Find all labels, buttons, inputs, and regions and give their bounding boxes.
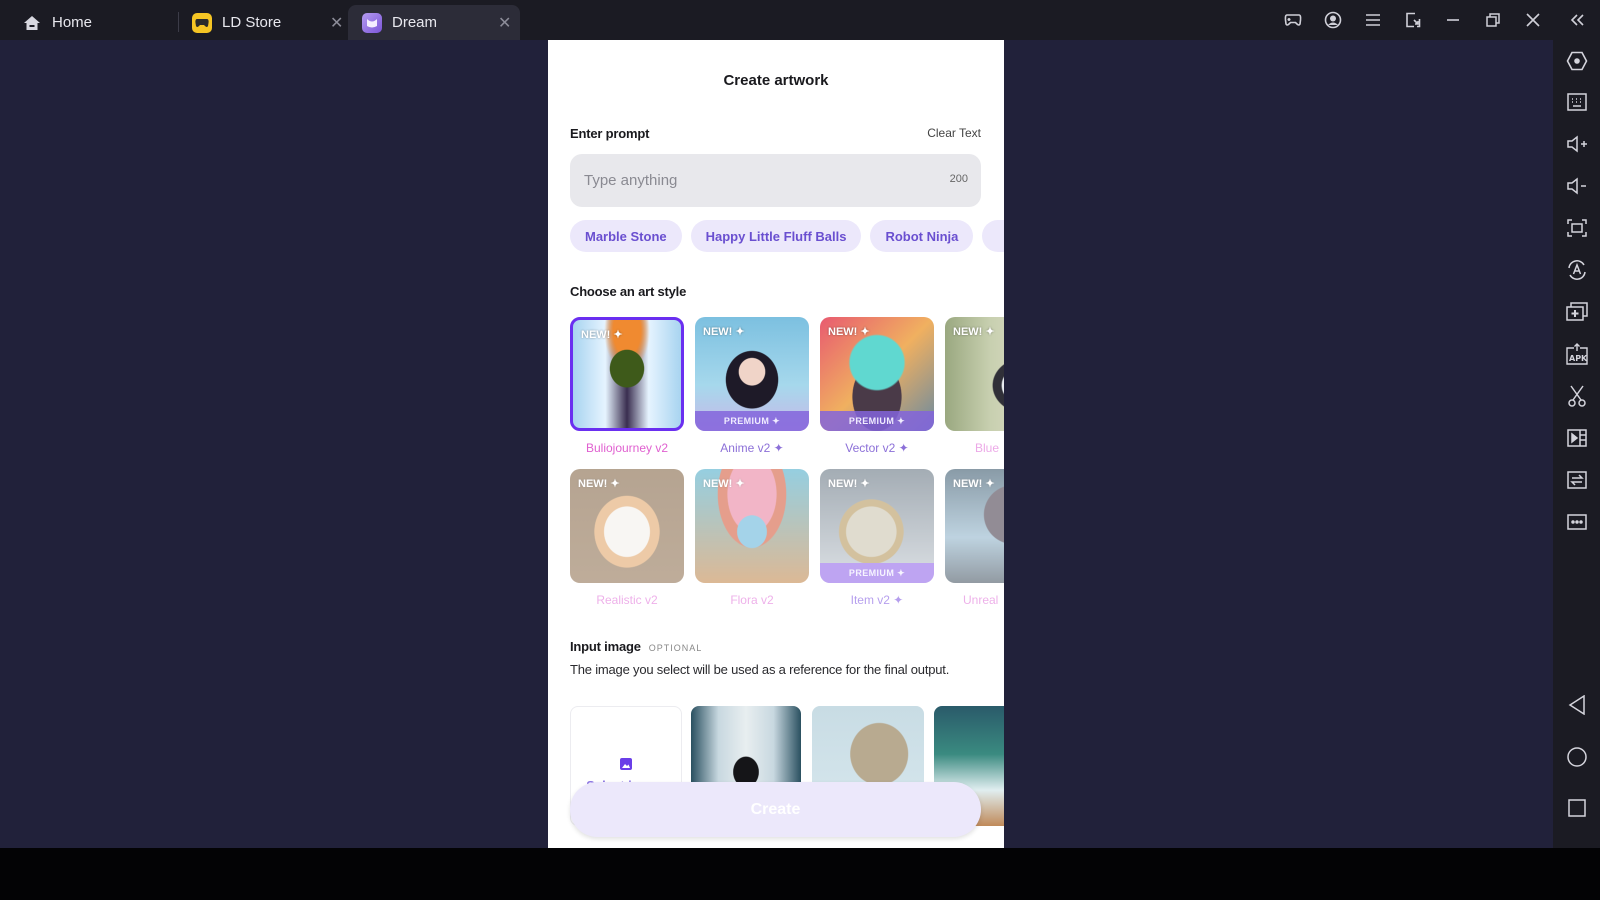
apk-install-icon[interactable]: APK <box>1553 336 1600 372</box>
style-thumbnail: NEW! ✦ PREMIUM ✦ <box>695 317 809 431</box>
new-badge: NEW! ✦ <box>703 326 745 338</box>
style-card-realistic[interactable]: NEW! ✦ Realistic v2 <box>570 469 684 607</box>
app-screen: Create artwork Enter prompt Clear Text 2… <box>548 40 1004 848</box>
style-card-blue[interactable]: NEW! ✦ Blue <box>945 317 1004 455</box>
suggestion-chip[interactable]: Robot Ninja <box>870 220 974 252</box>
new-badge: NEW! ✦ <box>953 478 995 490</box>
style-name: Flora v2 <box>730 593 774 607</box>
style-thumbnail: NEW! ✦ PREMIUM ✦ <box>820 317 934 431</box>
volume-down-icon[interactable] <box>1553 168 1600 204</box>
collapse-sidebar-icon[interactable] <box>1553 0 1600 40</box>
multi-instance-icon[interactable] <box>1553 294 1600 330</box>
gamepad-icon[interactable] <box>1273 0 1313 40</box>
more-icon[interactable] <box>1553 504 1600 540</box>
style-thumbnail: NEW! ✦ <box>945 317 1004 431</box>
suggestion-chip[interactable]: Marble Stone <box>570 220 682 252</box>
style-card-flora[interactable]: NEW! ✦ Flora v2 <box>695 469 809 607</box>
image-icon <box>620 757 632 775</box>
close-tab-icon[interactable]: ✕ <box>498 5 511 40</box>
auto-rotate-icon[interactable] <box>1553 252 1600 288</box>
style-thumbnail: NEW! ✦ PREMIUM ✦ <box>820 469 934 583</box>
home-circle-icon[interactable] <box>1553 739 1600 775</box>
tab-divider <box>178 12 179 32</box>
svg-text:APK: APK <box>1569 354 1588 363</box>
style-name: Unreal <box>963 593 999 607</box>
back-icon[interactable] <box>1553 687 1600 723</box>
tab-ld-store[interactable]: LD Store ✕ <box>192 5 347 40</box>
close-tab-icon[interactable]: ✕ <box>330 5 343 40</box>
home-icon <box>22 13 42 33</box>
style-name: Blue <box>975 441 1000 455</box>
prompt-label: Enter prompt <box>570 126 650 141</box>
premium-badge: PREMIUM ✦ <box>820 563 934 583</box>
volume-up-icon[interactable] <box>1553 126 1600 162</box>
tab-label: LD Store <box>222 14 282 31</box>
input-image-header: Input image OPTIONAL <box>570 639 702 654</box>
emulator-window: Home LD Store ✕ Dream ✕ APK Create artwo… <box>0 0 1600 900</box>
new-badge: NEW! ✦ <box>703 478 745 490</box>
keyboard-icon[interactable] <box>1553 84 1600 120</box>
style-thumbnail: NEW! ✦ <box>695 469 809 583</box>
sync-icon[interactable] <box>1553 462 1600 498</box>
new-badge: NEW! ✦ <box>953 326 995 338</box>
style-card-item[interactable]: NEW! ✦ PREMIUM ✦ Item v2 ✦ <box>820 469 934 607</box>
premium-badge: PREMIUM ✦ <box>695 411 809 431</box>
close-icon[interactable] <box>1513 0 1553 40</box>
clear-text-button[interactable]: Clear Text <box>927 126 981 140</box>
suggestion-chip[interactable] <box>982 220 1004 252</box>
new-badge: NEW! ✦ <box>828 326 870 338</box>
suggestion-chip[interactable]: Happy Little Fluff Balls <box>690 220 862 252</box>
char-limit: 200 <box>949 173 968 185</box>
tab-label: Home <box>52 14 93 31</box>
new-badge: NEW! ✦ <box>578 478 620 490</box>
gamepad-icon <box>192 12 212 33</box>
input-image-label: Input image <box>570 639 641 654</box>
style-thumbnail: NEW! ✦ <box>570 317 684 431</box>
settings-hex-icon[interactable] <box>1553 43 1600 79</box>
page-title: Create artwork <box>723 72 829 89</box>
style-name: Realistic v2 <box>596 593 658 607</box>
titlebar-controls <box>1273 0 1600 40</box>
prompt-input[interactable] <box>584 154 914 207</box>
style-card-anime[interactable]: NEW! ✦ PREMIUM ✦ Anime v2 ✦ <box>695 317 809 455</box>
input-image-description: The image you select will be used as a r… <box>570 662 950 677</box>
style-name: Item v2 ✦ <box>850 593 904 607</box>
create-button[interactable]: Create <box>570 782 981 837</box>
account-icon[interactable] <box>1313 0 1353 40</box>
emulator-sidebar: APK <box>1553 40 1600 848</box>
style-thumbnail: NEW! ✦ <box>570 469 684 583</box>
screen-rotate-icon[interactable] <box>1393 0 1433 40</box>
style-name: Buliojourney v2 <box>585 441 669 455</box>
scissors-icon[interactable] <box>1553 378 1600 414</box>
tab-home[interactable]: Home <box>22 5 172 40</box>
title-bar: Home LD Store ✕ Dream ✕ <box>0 0 1600 40</box>
tab-label: Dream <box>392 14 438 31</box>
minimize-icon[interactable] <box>1433 0 1473 40</box>
prompt-suggestions: Marble Stone Happy Little Fluff Balls Ro… <box>570 220 1004 252</box>
recents-square-icon[interactable] <box>1553 790 1600 826</box>
video-record-icon[interactable] <box>1553 420 1600 456</box>
premium-badge: PREMIUM ✦ <box>820 411 934 431</box>
restore-icon[interactable] <box>1473 0 1513 40</box>
style-name: Anime v2 ✦ <box>720 441 784 455</box>
new-badge: NEW! ✦ <box>828 478 870 490</box>
style-name: Vector v2 ✦ <box>845 441 909 455</box>
style-thumbnail: NEW! ✦ <box>945 469 1004 583</box>
dream-app-icon <box>362 12 382 33</box>
art-style-label: Choose an art style <box>570 284 687 299</box>
optional-tag: OPTIONAL <box>648 643 703 653</box>
menu-icon[interactable] <box>1353 0 1393 40</box>
new-badge: NEW! ✦ <box>581 329 623 341</box>
style-card-vector[interactable]: NEW! ✦ PREMIUM ✦ Vector v2 ✦ <box>820 317 934 455</box>
screenshot-icon[interactable] <box>1553 210 1600 246</box>
style-card-buliojourney[interactable]: NEW! ✦ Buliojourney v2 <box>570 317 684 455</box>
tab-dream[interactable]: Dream ✕ <box>348 5 520 40</box>
style-card-unreal[interactable]: NEW! ✦ Unreal <box>945 469 1004 607</box>
prompt-field: 200 <box>570 154 981 207</box>
